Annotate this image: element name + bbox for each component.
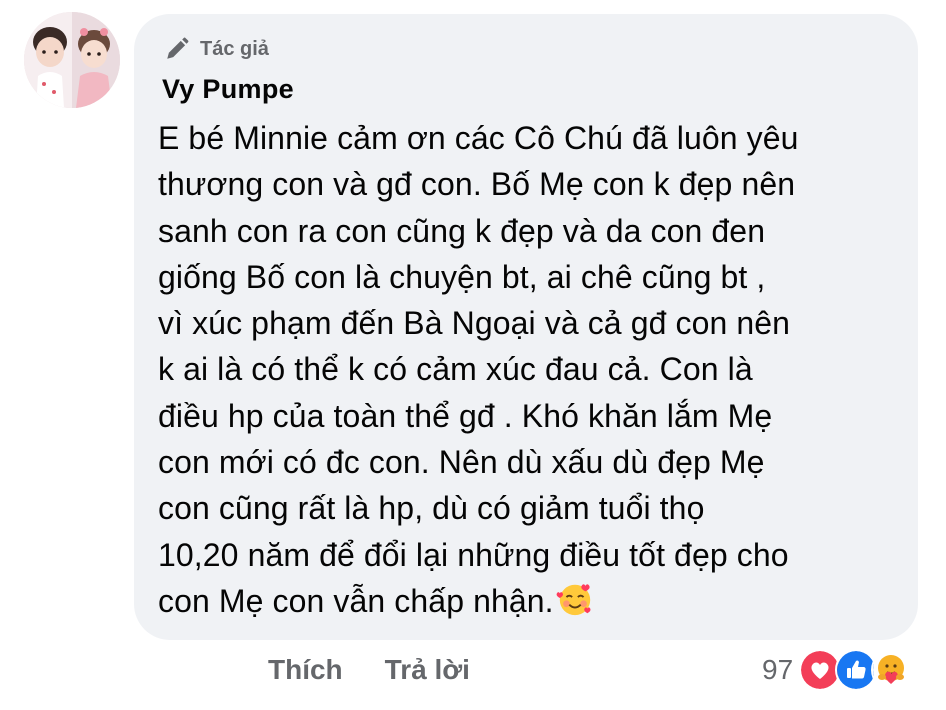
author-badge: Tác giả <box>164 34 269 64</box>
comment-line: E bé Minnie cảm ơn các Cô Chú đã luôn yê… <box>158 120 799 156</box>
comment-line: vì xúc phạm đến Bà Ngoại và cả gđ con nê… <box>158 305 791 342</box>
comment-actions: Thích Trả lời <box>268 650 470 690</box>
comment-line: giống Bố con là chuyện bt, ai chê cũng b… <box>158 258 766 295</box>
comment-line: thương con và gđ con. Bố Mẹ con k đẹp nê… <box>158 166 796 203</box>
comment-line: sanh con ra con cũng k đẹp và da con đen <box>158 212 766 249</box>
care-reaction-icon <box>871 649 914 691</box>
reaction-count: 97 <box>762 654 794 685</box>
comment-bubble: Tác giả Vy Pumpe E bé Minnie cảm ơn các … <box>134 14 918 640</box>
smiling-face-with-hearts-emoji <box>556 584 591 616</box>
comment-thread: Tác giả Vy Pumpe E bé Minnie cảm ơn các … <box>0 0 946 710</box>
reply-link[interactable]: Trả lời <box>385 654 470 686</box>
like-link[interactable]: Thích <box>268 654 343 686</box>
avatar-photo-icon <box>24 12 120 108</box>
comment-line: 10,20 năm để đổi lại những điều tốt đẹp … <box>158 536 789 573</box>
comment-text: E bé Minnie cảm ơn các Cô Chú đã luôn yê… <box>158 115 898 624</box>
comment-line: k ai là có thể k có cảm xúc đau cả. Con … <box>158 351 753 388</box>
comment-line: con mới có đc con. Nên dù xấu dù đẹp Mẹ <box>158 444 765 481</box>
comment-line: điều hp của toàn thể gđ . Khó khăn lắm M… <box>158 397 773 434</box>
comment-author-name[interactable]: Vy Pumpe <box>162 74 294 105</box>
avatar[interactable] <box>24 12 120 108</box>
author-badge-label: Tác giả <box>200 37 269 60</box>
pen-icon <box>167 37 189 59</box>
comment-line: con cũng rất là hp, dù có giảm tuổi thọ <box>158 490 705 527</box>
reaction-summary[interactable]: 97 <box>762 648 914 692</box>
comment-line: con Mẹ con vẫn chấp nhận. <box>158 582 554 619</box>
